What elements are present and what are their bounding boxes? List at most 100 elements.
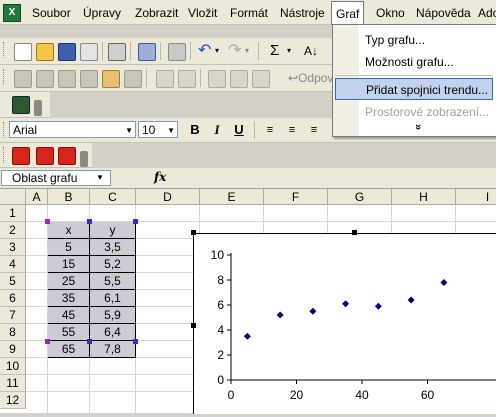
reviewing-icon-2[interactable] <box>36 70 54 88</box>
menu-okno[interactable]: Okno <box>372 0 409 24</box>
table-cell-y[interactable]: 7,8 <box>90 341 136 358</box>
reviewing-icon-8[interactable] <box>178 70 196 88</box>
row-header[interactable]: 3 <box>0 239 26 256</box>
pdf-icon[interactable] <box>12 147 30 165</box>
toolbar-options-icon[interactable] <box>34 100 42 116</box>
chart-resize-handle[interactable] <box>191 230 196 235</box>
column-header[interactable]: D <box>136 189 200 205</box>
reviewing-icon-9[interactable] <box>208 70 226 88</box>
research-icon[interactable] <box>138 43 156 61</box>
align-left-icon[interactable]: ≡ <box>262 122 278 138</box>
chart-toolbar-icon[interactable] <box>12 96 30 114</box>
table-cell-y[interactable]: 6,1 <box>90 290 136 307</box>
menu-zobrazit[interactable]: Zobrazit <box>131 0 182 24</box>
align-center-icon[interactable]: ≡ <box>284 122 300 138</box>
table-header-x[interactable]: x <box>48 222 90 239</box>
row-header[interactable]: 9 <box>0 341 26 358</box>
format-painter-icon[interactable] <box>168 43 186 61</box>
reviewing-icon-5[interactable] <box>102 70 120 88</box>
pdf-mail-icon[interactable] <box>36 147 54 165</box>
chart-resize-handle[interactable] <box>352 230 357 235</box>
underline-button[interactable]: U <box>231 122 247 138</box>
undo-icon[interactable]: ↶ <box>198 43 214 59</box>
column-header[interactable]: E <box>200 189 264 205</box>
menu-item-typ-grafu[interactable]: Typ grafu... <box>335 29 493 51</box>
toolbar-grip[interactable] <box>3 122 7 138</box>
select-all-corner[interactable] <box>0 189 26 205</box>
reviewing-icon-6[interactable] <box>124 70 142 88</box>
table-cell-x[interactable]: 35 <box>48 290 90 307</box>
expand-menu-icon[interactable]: » <box>412 124 424 130</box>
column-header[interactable]: H <box>392 189 456 205</box>
name-box[interactable]: Oblast grafu ▼ <box>1 170 111 186</box>
autosum-dropdown-icon[interactable]: ▾ <box>287 43 303 59</box>
menu-napoveda[interactable]: Nápověda <box>412 0 475 24</box>
column-header[interactable]: G <box>328 189 392 205</box>
pdf-review-icon[interactable] <box>58 147 76 165</box>
reviewing-icon-10[interactable] <box>230 70 248 88</box>
row-header[interactable]: 1 <box>0 205 26 222</box>
table-cell-y[interactable]: 5,2 <box>90 256 136 273</box>
italic-button[interactable]: I <box>209 122 225 138</box>
menu-vlozit[interactable]: Vložit <box>184 0 221 24</box>
toolbar-grip[interactable] <box>3 42 7 58</box>
chart-area[interactable]: 0 2 4 6 8 10 0 20 40 60 <box>193 233 496 414</box>
column-header[interactable]: B <box>48 189 90 205</box>
table-cell-x[interactable]: 15 <box>48 256 90 273</box>
font-size-select[interactable]: 10 ▼ <box>138 121 178 138</box>
range-selection-handle[interactable] <box>87 339 92 344</box>
range-selection-handle[interactable] <box>87 219 92 224</box>
sort-icon[interactable]: A↓ <box>304 43 320 59</box>
menu-adobe[interactable]: Adob <box>474 0 496 24</box>
menu-nastroje[interactable]: Nástroje <box>276 0 329 24</box>
row-header[interactable]: 2 <box>0 222 26 239</box>
table-cell-x[interactable]: 65 <box>48 341 90 358</box>
row-header[interactable]: 10 <box>0 358 26 375</box>
table-cell-x[interactable]: 45 <box>48 307 90 324</box>
row-header[interactable]: 8 <box>0 324 26 341</box>
function-icon[interactable]: fx <box>154 170 166 184</box>
menu-graf[interactable]: Graf <box>331 1 365 25</box>
excel-icon[interactable]: X <box>3 4 21 22</box>
reviewing-icon-7[interactable] <box>156 70 174 88</box>
reply-button[interactable]: ↩Odpov <box>288 71 333 85</box>
column-header[interactable]: I <box>456 189 496 205</box>
chart-resize-handle[interactable] <box>191 323 196 328</box>
range-selection-handle[interactable] <box>45 219 50 224</box>
row-header[interactable]: 11 <box>0 375 26 392</box>
toolbar-options-icon[interactable] <box>80 151 88 167</box>
column-header[interactable]: A <box>26 189 48 205</box>
row-header[interactable]: 7 <box>0 307 26 324</box>
row-header[interactable]: 4 <box>0 256 26 273</box>
column-header[interactable]: F <box>264 189 328 205</box>
table-cell-y[interactable]: 3,5 <box>90 239 136 256</box>
table-cell-y[interactable]: 5,5 <box>90 273 136 290</box>
reviewing-icon-4[interactable] <box>80 70 98 88</box>
save-icon[interactable] <box>58 43 76 61</box>
print-icon[interactable] <box>108 43 126 61</box>
reviewing-icon-3[interactable] <box>58 70 76 88</box>
range-selection-handle[interactable] <box>133 219 138 224</box>
toolbar-grip[interactable] <box>3 69 7 85</box>
reviewing-icon-1[interactable] <box>14 70 32 88</box>
menu-soubor[interactable]: Soubor <box>28 0 75 24</box>
reviewing-icon-11[interactable] <box>252 70 270 88</box>
redo-icon[interactable]: ↷ <box>228 43 244 59</box>
row-header[interactable]: 5 <box>0 273 26 290</box>
row-header[interactable]: 12 <box>0 392 26 409</box>
bold-button[interactable]: B <box>187 122 203 138</box>
table-header-y[interactable]: y <box>90 222 136 239</box>
table-cell-y[interactable]: 6,4 <box>90 324 136 341</box>
table-cell-x[interactable]: 25 <box>48 273 90 290</box>
open-icon[interactable] <box>36 43 54 61</box>
table-cell-x[interactable]: 55 <box>48 324 90 341</box>
new-icon[interactable] <box>14 43 32 61</box>
range-selection-handle[interactable] <box>45 339 50 344</box>
range-selection-handle[interactable] <box>133 339 138 344</box>
align-right-icon[interactable]: ≡ <box>306 122 322 138</box>
menu-format[interactable]: Formát <box>226 0 272 24</box>
font-name-select[interactable]: Arial ▼ <box>9 121 136 138</box>
table-cell-y[interactable]: 5,9 <box>90 307 136 324</box>
row-header[interactable]: 6 <box>0 290 26 307</box>
column-header[interactable]: C <box>90 189 136 205</box>
